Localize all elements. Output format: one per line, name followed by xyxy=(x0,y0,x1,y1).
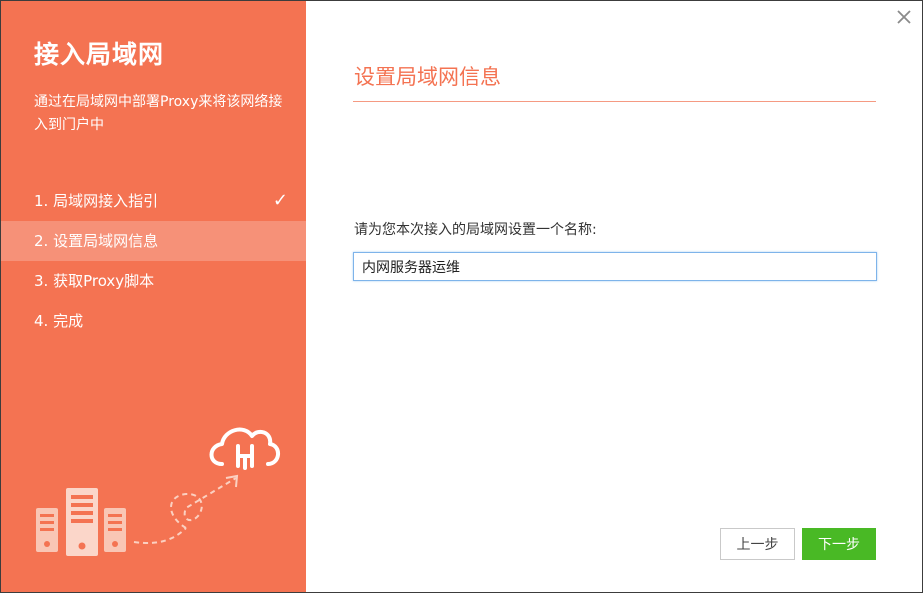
step-item-proxy-script[interactable]: 3. 获取Proxy脚本 xyxy=(1,261,306,301)
step-label: 4. 完成 xyxy=(34,312,84,330)
page-title: 设置局域网信息 xyxy=(354,65,501,89)
step-item-finish[interactable]: 4. 完成 xyxy=(1,301,306,341)
sidebar-description: 通过在局域网中部署Proxy来将该网络接入到门户中 xyxy=(34,94,283,133)
wizard-sidebar: 接入局域网 通过在局域网中部署Proxy来将该网络接入到门户中 1. 局域网接入… xyxy=(1,1,306,592)
close-icon[interactable] xyxy=(896,9,912,25)
step-label: 3. 获取Proxy脚本 xyxy=(34,272,155,290)
dialog: 接入局域网 通过在局域网中部署Proxy来将该网络接入到门户中 1. 局域网接入… xyxy=(0,0,923,593)
lan-name-input[interactable] xyxy=(353,252,877,281)
cloud-upload-icon xyxy=(209,427,280,470)
main-panel: 设置局域网信息 请为您本次接入的局域网设置一个名称: 上一步 下一步 xyxy=(306,1,922,592)
server-rack-icon xyxy=(36,488,126,556)
next-step-button[interactable]: 下一步 xyxy=(802,528,876,560)
prev-step-button[interactable]: 上一步 xyxy=(720,528,795,560)
dashed-connection-path xyxy=(133,477,237,544)
sidebar-title: 接入局域网 xyxy=(34,40,165,69)
step-list: 1. 局域网接入指引 ✓ 2. 设置局域网信息 3. 获取Proxy脚本 4. … xyxy=(1,181,306,341)
step-label: 1. 局域网接入指引 xyxy=(34,192,159,210)
step-label: 2. 设置局域网信息 xyxy=(34,232,159,250)
sidebar-illustration xyxy=(36,427,280,556)
step-item-lan-info[interactable]: 2. 设置局域网信息 xyxy=(1,221,306,261)
title-divider xyxy=(353,101,876,102)
step-item-guide[interactable]: 1. 局域网接入指引 ✓ xyxy=(1,181,306,221)
check-icon: ✓ xyxy=(272,190,288,211)
lan-name-label: 请为您本次接入的局域网设置一个名称: xyxy=(354,222,597,238)
